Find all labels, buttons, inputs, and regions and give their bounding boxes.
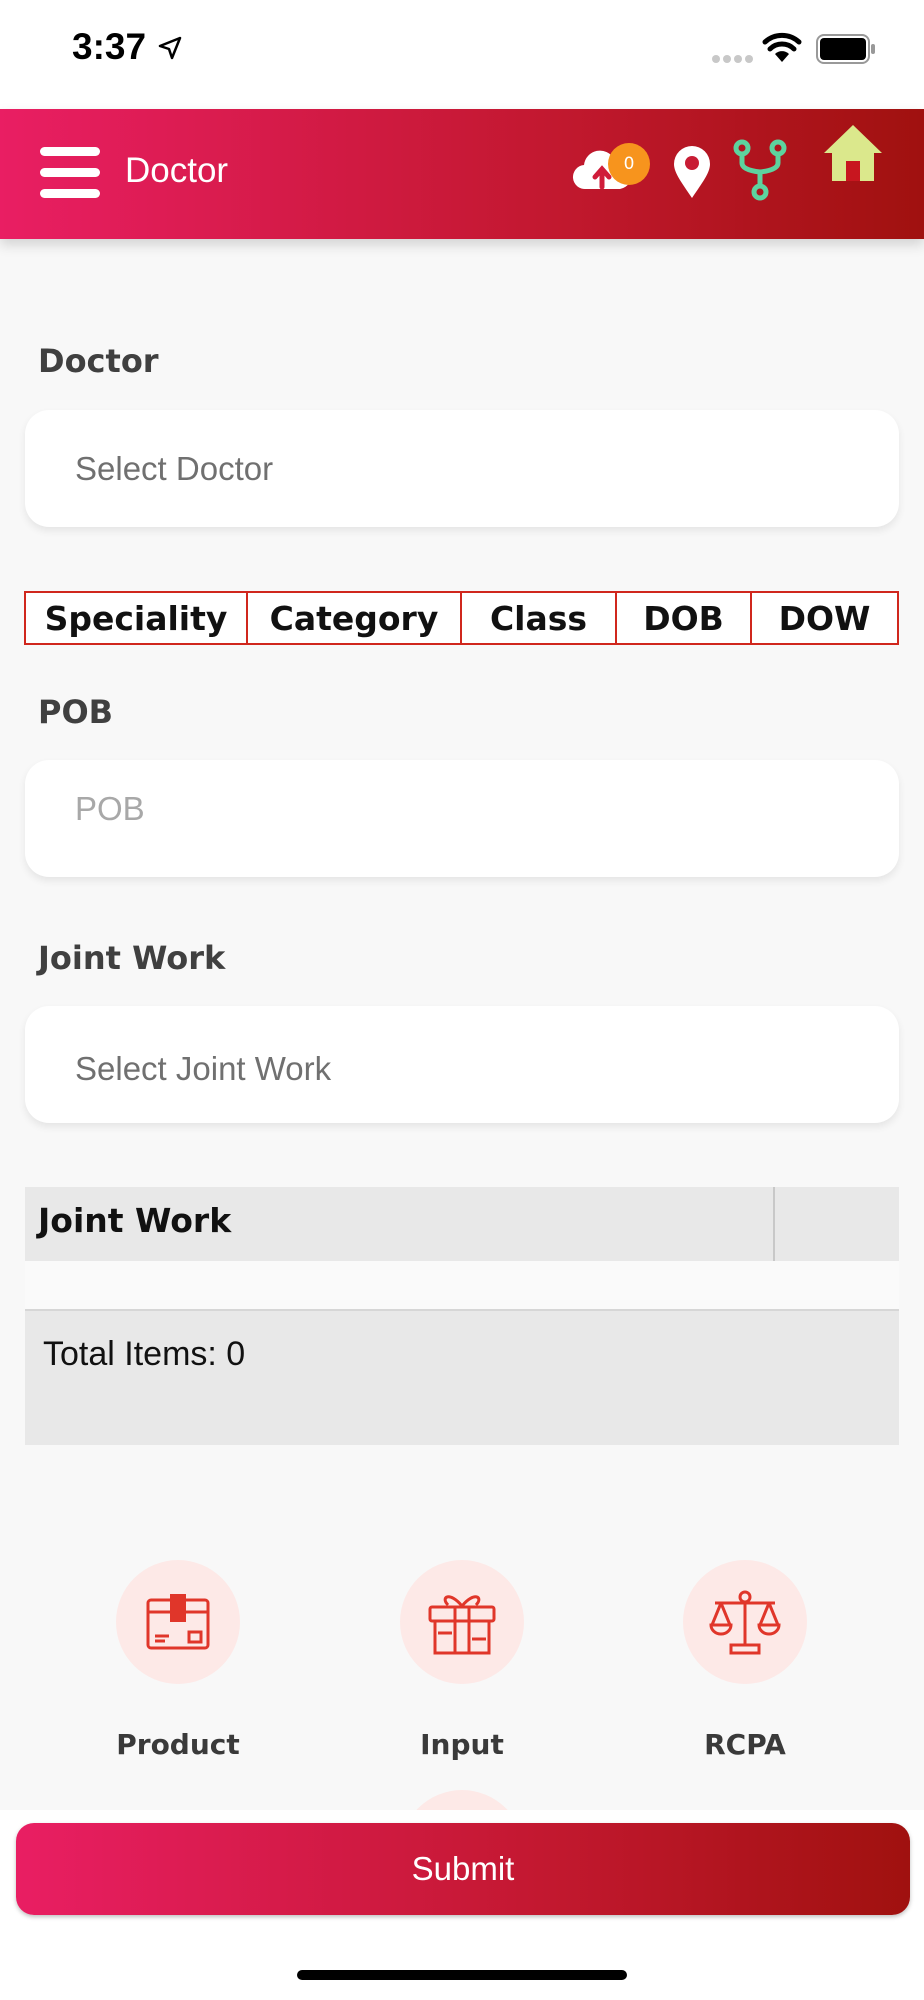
tab-speciality[interactable]: Speciality (26, 593, 248, 643)
app-header: Doctor 0 (0, 109, 924, 239)
tab-dow[interactable]: DOW (752, 593, 897, 643)
input-label: Input (420, 1728, 504, 1761)
doctor-select[interactable]: Select Doctor (25, 410, 899, 527)
rcpa-action[interactable]: RCPA (645, 1560, 845, 1761)
gift-icon (428, 1595, 496, 1655)
home-indicator[interactable] (297, 1970, 627, 1980)
tab-dob[interactable]: DOB (617, 593, 752, 643)
input-action[interactable]: Input (362, 1560, 562, 1761)
rcpa-icon-circle (683, 1560, 807, 1684)
status-bar: 3:37 (0, 0, 924, 109)
home-icon[interactable] (822, 123, 884, 183)
doctor-info-tabs: Speciality Category Class DOB DOW (24, 591, 899, 645)
tab-class[interactable]: Class (462, 593, 617, 643)
doctor-label: Doctor (38, 342, 159, 380)
scale-icon (709, 1590, 781, 1655)
wifi-icon (762, 32, 802, 62)
table-header-joint-work: Joint Work (38, 1201, 232, 1240)
joint-work-select[interactable]: Select Joint Work (25, 1006, 899, 1123)
product-label: Product (116, 1728, 240, 1761)
branch-icon[interactable] (732, 139, 788, 201)
joint-work-table: Joint Work Total Items: 0 (25, 1187, 899, 1445)
table-row (25, 1261, 899, 1311)
pob-input-placeholder: POB (75, 790, 145, 827)
submit-button[interactable]: Submit (16, 1823, 910, 1915)
table-header: Joint Work (25, 1187, 899, 1261)
battery-icon (816, 34, 875, 64)
joint-work-select-value: Select Joint Work (75, 1050, 332, 1087)
joint-work-label: Joint Work (38, 939, 226, 977)
total-items-text: Total Items: 0 (43, 1335, 246, 1373)
column-divider (773, 1187, 775, 1261)
location-arrow-icon (158, 36, 182, 60)
location-pin-icon[interactable] (672, 145, 712, 199)
page-title: Doctor (125, 151, 229, 190)
package-icon (146, 1594, 210, 1650)
cellular-signal-icon (712, 55, 753, 63)
status-time: 3:37 (72, 26, 147, 67)
pob-label: POB (38, 693, 114, 731)
pob-input[interactable]: POB (25, 760, 899, 877)
doctor-select-value: Select Doctor (75, 450, 274, 487)
sync-count-badge: 0 (608, 143, 650, 185)
menu-icon[interactable] (40, 147, 100, 199)
input-icon-circle (400, 1560, 524, 1684)
table-footer: Total Items: 0 (25, 1311, 899, 1445)
product-icon-circle (116, 1560, 240, 1684)
product-action[interactable]: Product (78, 1560, 278, 1761)
tab-category[interactable]: Category (248, 593, 462, 643)
rcpa-label: RCPA (704, 1728, 786, 1761)
